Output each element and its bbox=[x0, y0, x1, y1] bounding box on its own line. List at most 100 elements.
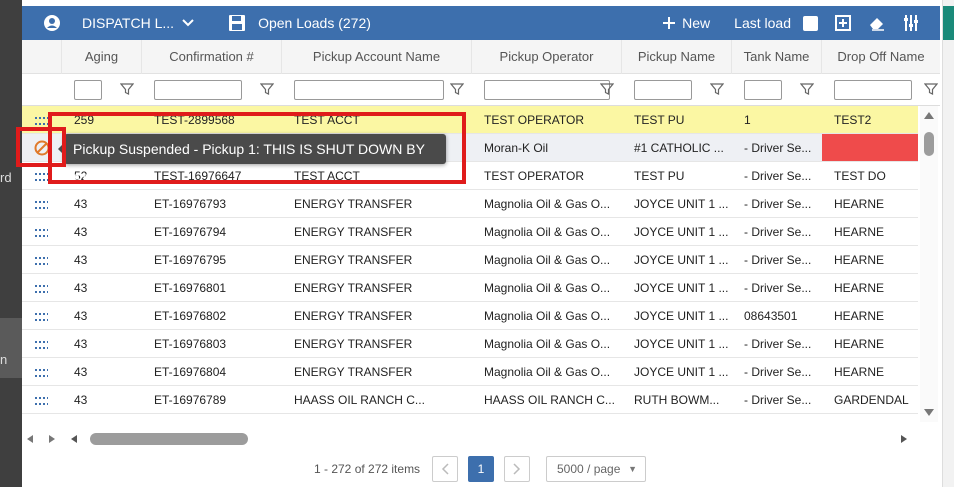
cell-tank: - Driver Se... bbox=[744, 141, 812, 155]
cell-dropoff: HEARNE bbox=[834, 197, 885, 211]
drag-handle-icon[interactable] bbox=[34, 199, 48, 209]
cell-operator: Magnolia Oil & Gas O... bbox=[484, 253, 611, 267]
row-gutter-header bbox=[22, 40, 62, 74]
drag-handle-icon[interactable] bbox=[34, 395, 48, 405]
cell-operator: Magnolia Oil & Gas O... bbox=[484, 281, 611, 295]
vertical-scroll-thumb[interactable] bbox=[924, 132, 934, 156]
cell-aging: 43 bbox=[74, 281, 88, 295]
cell-tank: - Driver Se... bbox=[744, 337, 812, 351]
cell-account: ENERGY TRANSFER bbox=[294, 337, 413, 351]
page-size-select[interactable]: 5000 / page ▼ bbox=[546, 456, 646, 482]
cell-account: ENERGY TRANSFER bbox=[294, 197, 413, 211]
column-header-pickup-name[interactable]: Pickup Name bbox=[622, 40, 732, 74]
sidebar-text-fragment[interactable]: rd bbox=[0, 170, 12, 185]
column-header-tank-name[interactable]: Tank Name bbox=[732, 40, 822, 74]
drag-handle-icon[interactable] bbox=[34, 171, 48, 181]
next-page-button[interactable] bbox=[504, 456, 530, 482]
settings-sliders-icon[interactable] bbox=[902, 14, 920, 32]
filter-input-pickup-account[interactable] bbox=[294, 80, 444, 100]
last-load-checkbox[interactable] bbox=[803, 15, 818, 31]
filter-icon[interactable] bbox=[450, 82, 464, 96]
filter-icon[interactable] bbox=[120, 82, 134, 96]
save-icon[interactable] bbox=[228, 14, 246, 32]
table-row[interactable]: 43 ET-16976794 ENERGY TRANSFER Magnolia Oil… bbox=[22, 218, 918, 246]
filter-input-pickup-name[interactable] bbox=[634, 80, 692, 100]
column-header-drop-off[interactable]: Drop Off Name bbox=[822, 40, 940, 74]
filter-icon[interactable] bbox=[260, 82, 274, 96]
drag-handle-icon[interactable] bbox=[34, 367, 48, 377]
new-button[interactable]: New bbox=[662, 15, 710, 31]
page-size-value: 5000 / page bbox=[557, 462, 621, 476]
cell-confirmation: ET-16976793 bbox=[154, 197, 227, 211]
cell-pickup: JOYCE UNIT 1 ... bbox=[634, 197, 729, 211]
column-header-confirmation[interactable]: Confirmation # bbox=[142, 40, 282, 74]
cell-tank: - Driver Se... bbox=[744, 281, 812, 295]
column-header-pickup-account[interactable]: Pickup Account Name bbox=[282, 40, 472, 74]
filter-icon[interactable] bbox=[924, 82, 938, 96]
table-row[interactable]: 43 ET-16976801 ENERGY TRANSFER Magnolia Oil… bbox=[22, 274, 918, 302]
cell-tank: 08643501 bbox=[744, 309, 798, 323]
drag-handle-icon[interactable] bbox=[34, 283, 48, 293]
table-row[interactable]: 43 ET-16976804 ENERGY TRANSFER Magnolia Oil… bbox=[22, 358, 918, 386]
chevron-down-icon bbox=[182, 19, 194, 27]
cell-operator: Magnolia Oil & Gas O... bbox=[484, 225, 611, 239]
chevron-left-icon bbox=[441, 463, 449, 475]
user-icon[interactable] bbox=[42, 13, 62, 33]
scroll-down-icon[interactable] bbox=[923, 408, 935, 418]
horizontal-scroll-thumb[interactable] bbox=[90, 433, 248, 445]
drag-handle-icon[interactable] bbox=[34, 115, 48, 125]
column-header-aging[interactable]: Aging bbox=[62, 40, 142, 74]
filter-icon[interactable] bbox=[800, 82, 814, 96]
filter-input-aging[interactable] bbox=[74, 80, 102, 100]
cell-tank: 1 bbox=[744, 113, 751, 127]
dispatch-dropdown[interactable]: DISPATCH L... bbox=[82, 15, 194, 31]
filter-input-tank-name[interactable] bbox=[744, 80, 782, 100]
cell-tank: - Driver Se... bbox=[744, 197, 812, 211]
table-row[interactable]: 43 ET-16976795 ENERGY TRANSFER Magnolia Oil… bbox=[22, 246, 918, 274]
table-row[interactable]: 43 ET-16976803 ENERGY TRANSFER Magnolia Oil… bbox=[22, 330, 918, 358]
cell-pickup: TEST PU bbox=[634, 113, 685, 127]
table-row[interactable]: 43 ET-16976802 ENERGY TRANSFER Magnolia Oil… bbox=[22, 302, 918, 330]
sidebar-active-item[interactable]: n bbox=[0, 318, 22, 378]
scroll-right-icon[interactable] bbox=[900, 434, 908, 444]
filter-icon[interactable] bbox=[600, 82, 614, 96]
new-label: New bbox=[682, 15, 711, 31]
cell-operator: Magnolia Oil & Gas O... bbox=[484, 337, 611, 351]
column-header-pickup-operator[interactable]: Pickup Operator bbox=[472, 40, 622, 74]
drag-handle-icon[interactable] bbox=[34, 255, 48, 265]
table-row[interactable]: 43 ET-16976789 HAASS OIL RANCH C... HAASS O… bbox=[22, 386, 918, 414]
page-button-current[interactable]: 1 bbox=[468, 456, 494, 482]
filter-input-pickup-operator[interactable] bbox=[484, 80, 610, 100]
drag-handle-icon[interactable] bbox=[34, 311, 48, 321]
prev-page-button[interactable] bbox=[432, 456, 458, 482]
add-column-icon[interactable] bbox=[834, 14, 852, 32]
cell-pickup: JOYCE UNIT 1 ... bbox=[634, 337, 729, 351]
cell-pickup: TEST PU bbox=[634, 169, 685, 183]
filter-input-confirmation[interactable] bbox=[154, 80, 242, 100]
sidebar-text-fragment-2[interactable]: n bbox=[0, 352, 7, 367]
drag-handle-icon[interactable] bbox=[34, 227, 48, 237]
cell-confirmation: ET-16976789 bbox=[154, 393, 227, 407]
cell-operator: Magnolia Oil & Gas O... bbox=[484, 309, 611, 323]
cell-confirmation: ET-16976795 bbox=[154, 253, 227, 267]
filter-input-drop-off[interactable] bbox=[834, 80, 912, 100]
vertical-scrollbar[interactable] bbox=[920, 106, 938, 422]
filter-icon[interactable] bbox=[710, 82, 724, 96]
drag-handle-icon[interactable] bbox=[34, 339, 48, 349]
scroll-left-icon-2[interactable] bbox=[70, 434, 78, 444]
cell-dropoff: GARDENDAL bbox=[834, 393, 909, 407]
cell-dropoff: TEST2 bbox=[834, 113, 872, 127]
frozen-scroll-right-icon[interactable] bbox=[48, 434, 56, 444]
scroll-left-icon[interactable] bbox=[26, 434, 34, 444]
right-panel-tab[interactable] bbox=[943, 6, 954, 40]
caret-down-icon: ▼ bbox=[628, 464, 637, 474]
cell-account: HAASS OIL RANCH C... bbox=[294, 393, 425, 407]
cell-aging: 43 bbox=[74, 197, 88, 211]
scroll-up-icon[interactable] bbox=[923, 110, 935, 120]
cell-dropoff: HEARNE bbox=[834, 309, 885, 323]
cell-tank: - Driver Se... bbox=[744, 393, 812, 407]
grid-toolbar: DISPATCH L... Open Loads (272) New Last … bbox=[22, 6, 940, 40]
horizontal-scrollbar[interactable] bbox=[22, 428, 918, 450]
eraser-icon[interactable] bbox=[868, 14, 886, 32]
table-row[interactable]: 43 ET-16976793 ENERGY TRANSFER Magnolia Oil… bbox=[22, 190, 918, 218]
